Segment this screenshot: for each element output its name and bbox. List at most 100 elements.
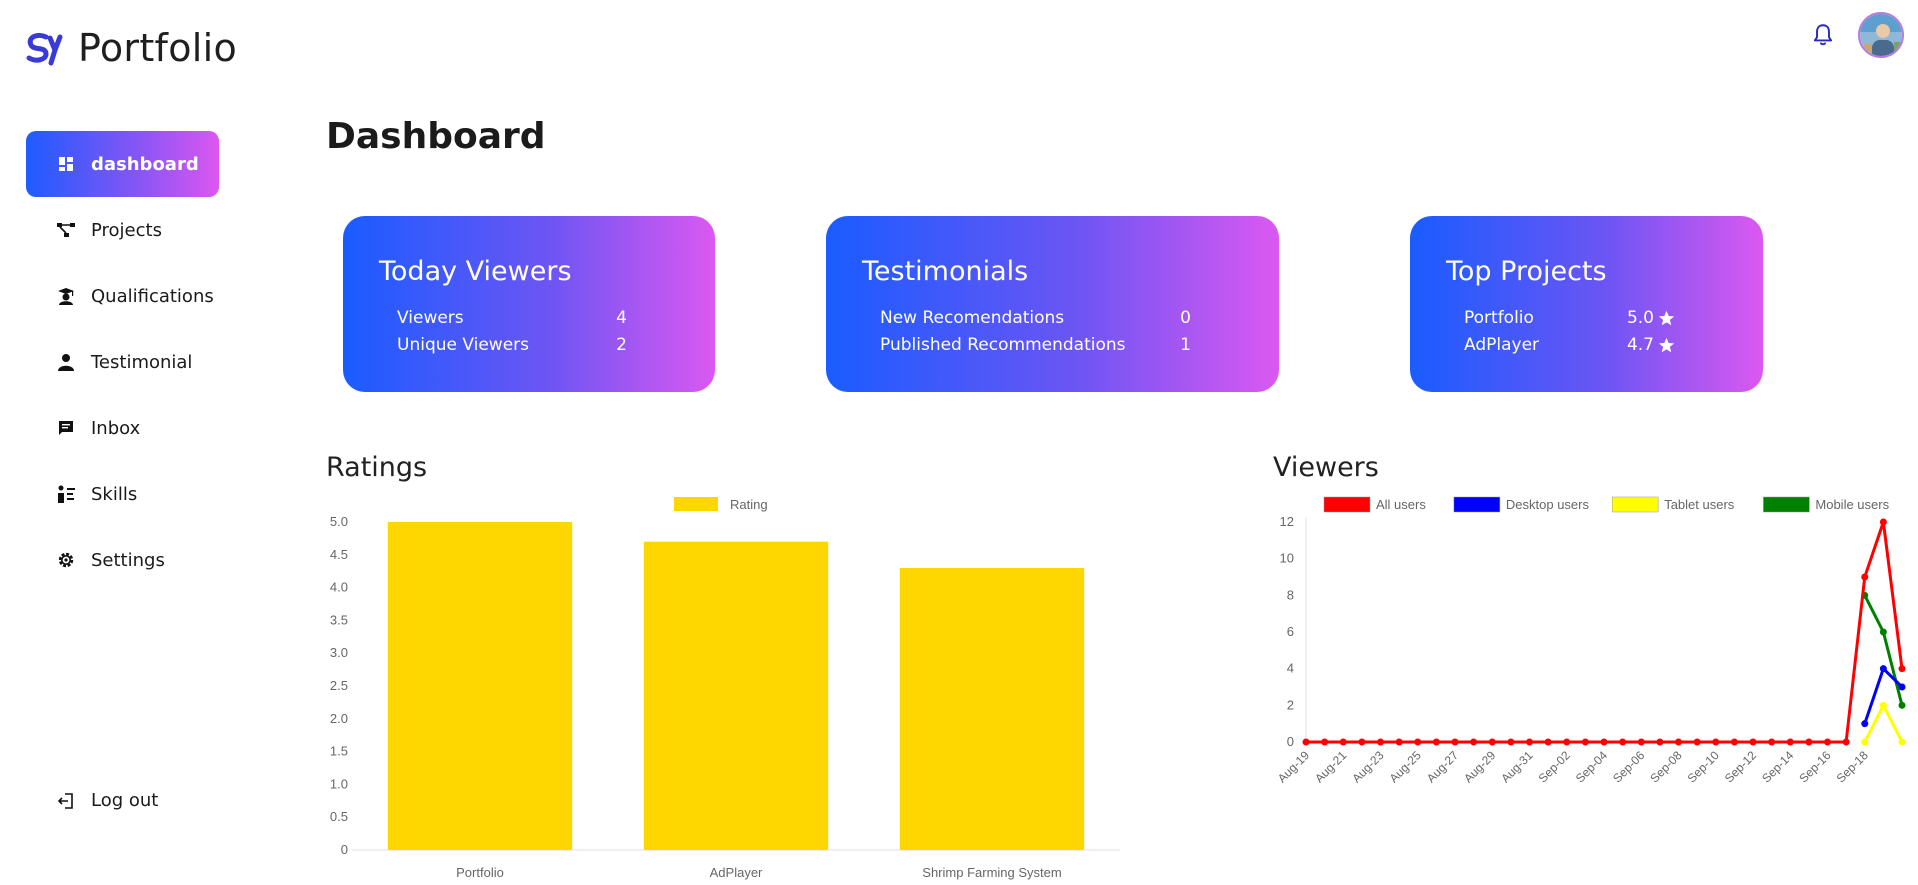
message-icon	[57, 419, 75, 437]
topbar-actions	[1810, 12, 1904, 58]
card-row-value: 1	[1180, 335, 1191, 355]
x-tick-label: Sep-12	[1722, 748, 1759, 785]
data-point	[1861, 573, 1869, 581]
series-line	[1863, 594, 1904, 706]
skills-icon	[57, 485, 75, 503]
data-point	[1898, 738, 1906, 746]
y-tick-label: 0.5	[330, 809, 348, 824]
data-point	[1451, 738, 1459, 746]
logout-button[interactable]: Log out	[26, 790, 158, 811]
data-point	[1675, 738, 1682, 746]
series-line	[1863, 667, 1904, 725]
sidebar-item-inbox[interactable]: Inbox	[26, 395, 219, 461]
x-tick-label: Aug-31	[1498, 748, 1535, 785]
logout-icon	[57, 792, 75, 810]
x-tick-label: Aug-21	[1312, 748, 1349, 785]
brand[interactable]: Portfolio	[24, 26, 237, 70]
rating-value: 5.0	[1626, 308, 1654, 328]
legend-label: Rating	[730, 497, 768, 512]
card-row-value: 4.7	[1627, 332, 1675, 359]
data-point	[1768, 738, 1776, 746]
data-point	[1395, 738, 1403, 746]
avatar[interactable]	[1858, 12, 1904, 58]
data-point	[1879, 518, 1887, 526]
graduation-icon	[57, 287, 75, 305]
y-tick-label: 2.0	[330, 711, 348, 726]
legend-swatch	[1763, 496, 1810, 513]
x-tick-label: Aug-29	[1461, 748, 1498, 785]
x-tick-label: Sep-02	[1536, 748, 1573, 785]
card-row-value: 2	[616, 335, 627, 355]
data-point	[1898, 665, 1906, 673]
y-tick-label: 0	[341, 842, 348, 857]
card-row-label: Viewers	[397, 308, 464, 328]
star-icon	[1658, 310, 1675, 326]
gear-icon	[57, 551, 75, 569]
star-icon	[1658, 337, 1675, 353]
card-row-label: Unique Viewers	[397, 335, 530, 355]
logout-label: Log out	[91, 790, 159, 811]
x-tick-label: Sep-10	[1685, 748, 1722, 785]
data-point	[1414, 738, 1422, 746]
x-tick-label: Sep-14	[1759, 748, 1796, 785]
y-tick-label: 4	[1287, 661, 1294, 676]
y-tick-label: 4.5	[330, 547, 348, 562]
x-tick-label: Portfolio	[456, 865, 504, 880]
y-tick-label: 5.0	[330, 514, 348, 529]
x-tick-label: Aug-23	[1349, 748, 1386, 785]
card-row-value: 4	[616, 308, 627, 328]
brand-logo-icon	[26, 32, 63, 66]
sidebar-item-testimonial[interactable]: Testimonial	[26, 329, 219, 395]
data-point	[1302, 738, 1310, 746]
sidebar-item-dashboard[interactable]: dashboard	[26, 131, 219, 197]
x-tick-label: Shrimp Farming System	[922, 865, 1061, 880]
card-title: Today Viewers	[379, 256, 572, 287]
y-tick-label: 4.0	[330, 580, 348, 595]
sidebar-item-label: Skills	[91, 483, 138, 505]
data-point	[1786, 738, 1794, 746]
card-row: Published Recommendations 1	[862, 332, 1243, 359]
data-point	[1898, 701, 1906, 709]
ratings-title: Ratings	[326, 452, 428, 483]
card-row-value: 0	[1180, 308, 1191, 328]
brand-name: Portfolio	[78, 26, 238, 70]
x-tick-label: Sep-08	[1647, 748, 1684, 785]
sidebar-item-settings[interactable]: Settings	[26, 527, 219, 593]
data-point	[1470, 738, 1478, 746]
x-tick-label: AdPlayer	[710, 865, 763, 880]
testimonials-card: Testimonials New Recomendations 0 Publis…	[826, 216, 1279, 392]
page-title: Dashboard	[326, 116, 546, 157]
data-point	[1339, 738, 1347, 746]
card-row-label: AdPlayer	[1464, 335, 1540, 355]
sidebar-item-projects[interactable]: Projects	[26, 197, 219, 263]
legend-label: Desktop users	[1506, 497, 1590, 512]
rating-value: 4.7	[1626, 335, 1654, 355]
data-point	[1432, 738, 1440, 746]
y-tick-label: 3.0	[330, 645, 348, 660]
top-projects-card: Top Projects Portfolio 5.0 AdPlayer 4.7	[1410, 216, 1763, 392]
y-tick-label: 10	[1280, 551, 1294, 566]
legend-label: Tablet users	[1664, 497, 1735, 512]
data-point	[1861, 720, 1869, 728]
card-row: AdPlayer 4.7	[1446, 332, 1727, 359]
y-tick-label: 3.5	[330, 612, 348, 627]
card-row: Viewers 4	[379, 305, 679, 332]
data-point	[1879, 701, 1887, 709]
data-point	[1749, 738, 1757, 746]
data-point	[1879, 628, 1887, 636]
bell-icon[interactable]	[1810, 22, 1836, 48]
sidebar-item-label: Inbox	[91, 417, 141, 439]
data-point	[1693, 738, 1701, 746]
sidebar-item-qualifications[interactable]: Qualifications	[26, 263, 219, 329]
data-point	[1377, 738, 1384, 746]
y-tick-label: 1.0	[330, 776, 348, 791]
data-point	[1656, 738, 1664, 746]
sidebar-item-skills[interactable]: Skills	[26, 461, 219, 527]
sidebar-nav: dashboard Projects Qualifications Testim…	[26, 131, 219, 593]
data-point	[1842, 738, 1850, 746]
x-tick-label: Aug-27	[1424, 748, 1461, 785]
data-point	[1526, 738, 1533, 746]
bar	[387, 522, 573, 850]
sidebar-item-label: Qualifications	[91, 285, 214, 307]
y-tick-label: 8	[1287, 587, 1294, 602]
